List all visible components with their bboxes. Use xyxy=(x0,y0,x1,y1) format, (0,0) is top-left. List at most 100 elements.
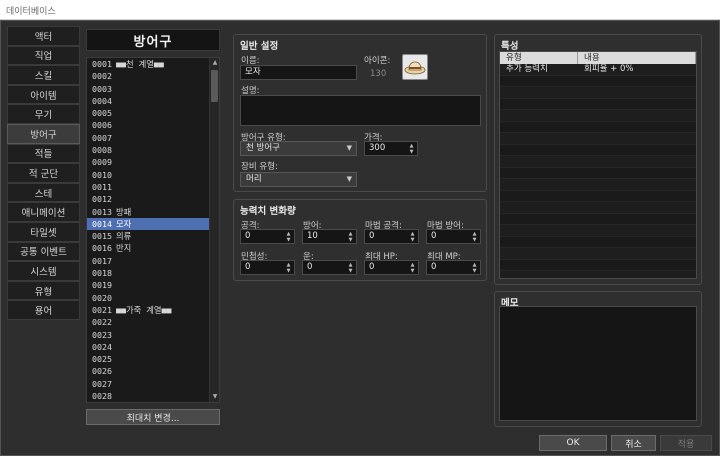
stepper-arrows-icon[interactable]: ▲ ▼ xyxy=(347,231,354,243)
list-item[interactable]: 0001 ■■천 계열■■ xyxy=(87,58,211,70)
param-stepper[interactable]: 0 ▲ ▼ xyxy=(426,260,481,275)
category-tab[interactable]: 스킬 xyxy=(7,65,80,85)
list-item[interactable]: 0026 xyxy=(87,365,211,377)
armor-list[interactable]: 0001 ■■천 계열■■ 0002 0003 0004 0005 0006 0007 0008… xyxy=(86,57,220,403)
table-row[interactable] xyxy=(500,191,696,202)
hat-icon[interactable] xyxy=(402,54,428,80)
list-item[interactable]: 0028 xyxy=(87,390,211,402)
stepper-arrows-icon[interactable]: ▲ ▼ xyxy=(471,262,478,274)
list-item[interactable]: 0018 xyxy=(87,267,211,279)
category-tab[interactable]: 공통 이벤트 xyxy=(7,241,80,262)
scroll-up-icon[interactable]: ▲ xyxy=(210,58,219,68)
list-item[interactable]: 0005 xyxy=(87,107,211,119)
list-item[interactable]: 0003 xyxy=(87,83,211,95)
category-tab[interactable]: 스테 xyxy=(7,182,80,203)
list-item[interactable]: 0007 xyxy=(87,132,211,144)
list-item[interactable]: 0012 xyxy=(87,193,211,205)
stepper-arrows-icon[interactable]: ▲ ▼ xyxy=(471,231,478,243)
category-tab[interactable]: 타일셋 xyxy=(7,221,80,242)
icon-index: 130 xyxy=(370,69,387,79)
col-content[interactable]: 내용 xyxy=(578,52,696,64)
table-row[interactable] xyxy=(500,156,696,168)
list-item[interactable]: 0013 방패 xyxy=(87,206,211,218)
table-row[interactable] xyxy=(500,260,696,271)
table-row[interactable] xyxy=(500,99,696,110)
col-type[interactable]: 유형 xyxy=(500,52,578,64)
table-row[interactable] xyxy=(500,110,696,122)
stepper-arrows-icon[interactable]: ▲ ▼ xyxy=(409,231,416,243)
param-stepper[interactable]: 0 ▲ ▼ xyxy=(240,260,295,275)
table-row[interactable] xyxy=(500,225,696,237)
list-item[interactable]: 0004 xyxy=(87,95,211,107)
list-item[interactable]: 0022 xyxy=(87,316,211,328)
change-max-button[interactable]: 최대치 변경... xyxy=(86,409,220,425)
category-tab[interactable]: 애니메이션 xyxy=(7,202,80,222)
list-item[interactable]: 0020 xyxy=(87,292,211,304)
table-row[interactable] xyxy=(500,87,696,99)
list-item[interactable]: 0015 의류 xyxy=(87,230,211,242)
stepper-arrows-icon[interactable]: ▲ ▼ xyxy=(347,262,354,274)
table-row[interactable] xyxy=(500,122,696,133)
list-item[interactable]: 0024 xyxy=(87,341,211,353)
stepper-arrows-icon[interactable]: ▲ ▼ xyxy=(285,231,292,243)
category-tab[interactable]: 액터 xyxy=(7,26,80,46)
equip-type-select[interactable]: 머리 ▼ xyxy=(240,172,357,187)
apply-button[interactable]: 적용 xyxy=(660,435,712,451)
armor-type-select[interactable]: 천 방어구 ▼ xyxy=(240,141,357,156)
category-tab[interactable]: 직업 xyxy=(7,45,80,66)
table-row[interactable] xyxy=(500,202,696,214)
table-row[interactable] xyxy=(500,237,696,248)
cancel-button[interactable]: 취소 xyxy=(611,435,656,451)
category-tab[interactable]: 무기 xyxy=(7,104,80,124)
param-stepper[interactable]: 0 ▲ ▼ xyxy=(364,260,419,275)
category-tab[interactable]: 용어 xyxy=(7,300,80,320)
table-row[interactable]: 추가 능력치 회피율 + 0% xyxy=(500,64,696,76)
table-row[interactable] xyxy=(500,179,696,191)
list-item[interactable]: 0027 xyxy=(87,378,211,390)
ok-button[interactable]: OK xyxy=(539,435,607,451)
list-item-id: 0015 xyxy=(92,231,112,242)
table-row[interactable] xyxy=(500,271,696,278)
category-tab[interactable]: 유형 xyxy=(7,280,80,301)
price-stepper[interactable]: 300 ▲ ▼ xyxy=(364,141,418,156)
list-scrollbar[interactable]: ▲ ▼ xyxy=(209,58,219,402)
memo-input[interactable] xyxy=(499,306,697,421)
table-row[interactable] xyxy=(500,248,696,260)
list-item[interactable]: 0016 반지 xyxy=(87,242,211,254)
list-item[interactable]: 0021 ■■가죽 계열■■ xyxy=(87,304,211,316)
category-tab[interactable]: 적들 xyxy=(7,143,80,164)
param-stepper[interactable]: 0 ▲ ▼ xyxy=(426,229,481,244)
param-stepper[interactable]: 0 ▲ ▼ xyxy=(364,229,419,244)
list-item[interactable]: 0025 xyxy=(87,353,211,365)
scroll-thumb[interactable] xyxy=(211,70,218,102)
name-input[interactable]: 모자 xyxy=(240,65,357,80)
stepper-arrows-icon[interactable]: ▲ ▼ xyxy=(285,262,292,274)
list-item[interactable]: 0023 xyxy=(87,329,211,341)
list-item[interactable]: 0011 xyxy=(87,181,211,193)
param-stepper[interactable]: 0 ▲ ▼ xyxy=(302,260,357,275)
list-item[interactable]: 0009 xyxy=(87,156,211,168)
stepper-arrows-icon[interactable]: ▲ ▼ xyxy=(408,143,415,155)
category-tab[interactable]: 적 군단 xyxy=(7,163,80,183)
traits-table[interactable]: 유형 내용 추가 능력치 회피율 + 0% xyxy=(499,51,697,279)
scroll-down-icon[interactable]: ▼ xyxy=(210,392,219,402)
param-stepper[interactable]: 0 ▲ ▼ xyxy=(240,229,295,244)
table-row[interactable] xyxy=(500,76,696,87)
category-tab[interactable]: 아이템 xyxy=(7,84,80,105)
list-item[interactable]: 0017 xyxy=(87,255,211,267)
table-row[interactable] xyxy=(500,133,696,145)
list-item[interactable]: 0010 xyxy=(87,169,211,181)
list-item[interactable]: 0019 xyxy=(87,279,211,291)
param-stepper[interactable]: 10 ▲ ▼ xyxy=(302,229,357,244)
list-item[interactable]: 0008 xyxy=(87,144,211,156)
category-tab[interactable]: 방어구 xyxy=(7,123,80,144)
list-item[interactable]: 0006 xyxy=(87,119,211,131)
list-item[interactable]: 0002 xyxy=(87,70,211,82)
table-row[interactable] xyxy=(500,145,696,156)
table-row[interactable] xyxy=(500,168,696,179)
table-row[interactable] xyxy=(500,214,696,225)
stepper-arrows-icon[interactable]: ▲ ▼ xyxy=(409,262,416,274)
description-input[interactable] xyxy=(240,95,481,126)
list-item[interactable]: 0014 모자 xyxy=(87,217,211,231)
category-tab[interactable]: 시스템 xyxy=(7,261,80,281)
